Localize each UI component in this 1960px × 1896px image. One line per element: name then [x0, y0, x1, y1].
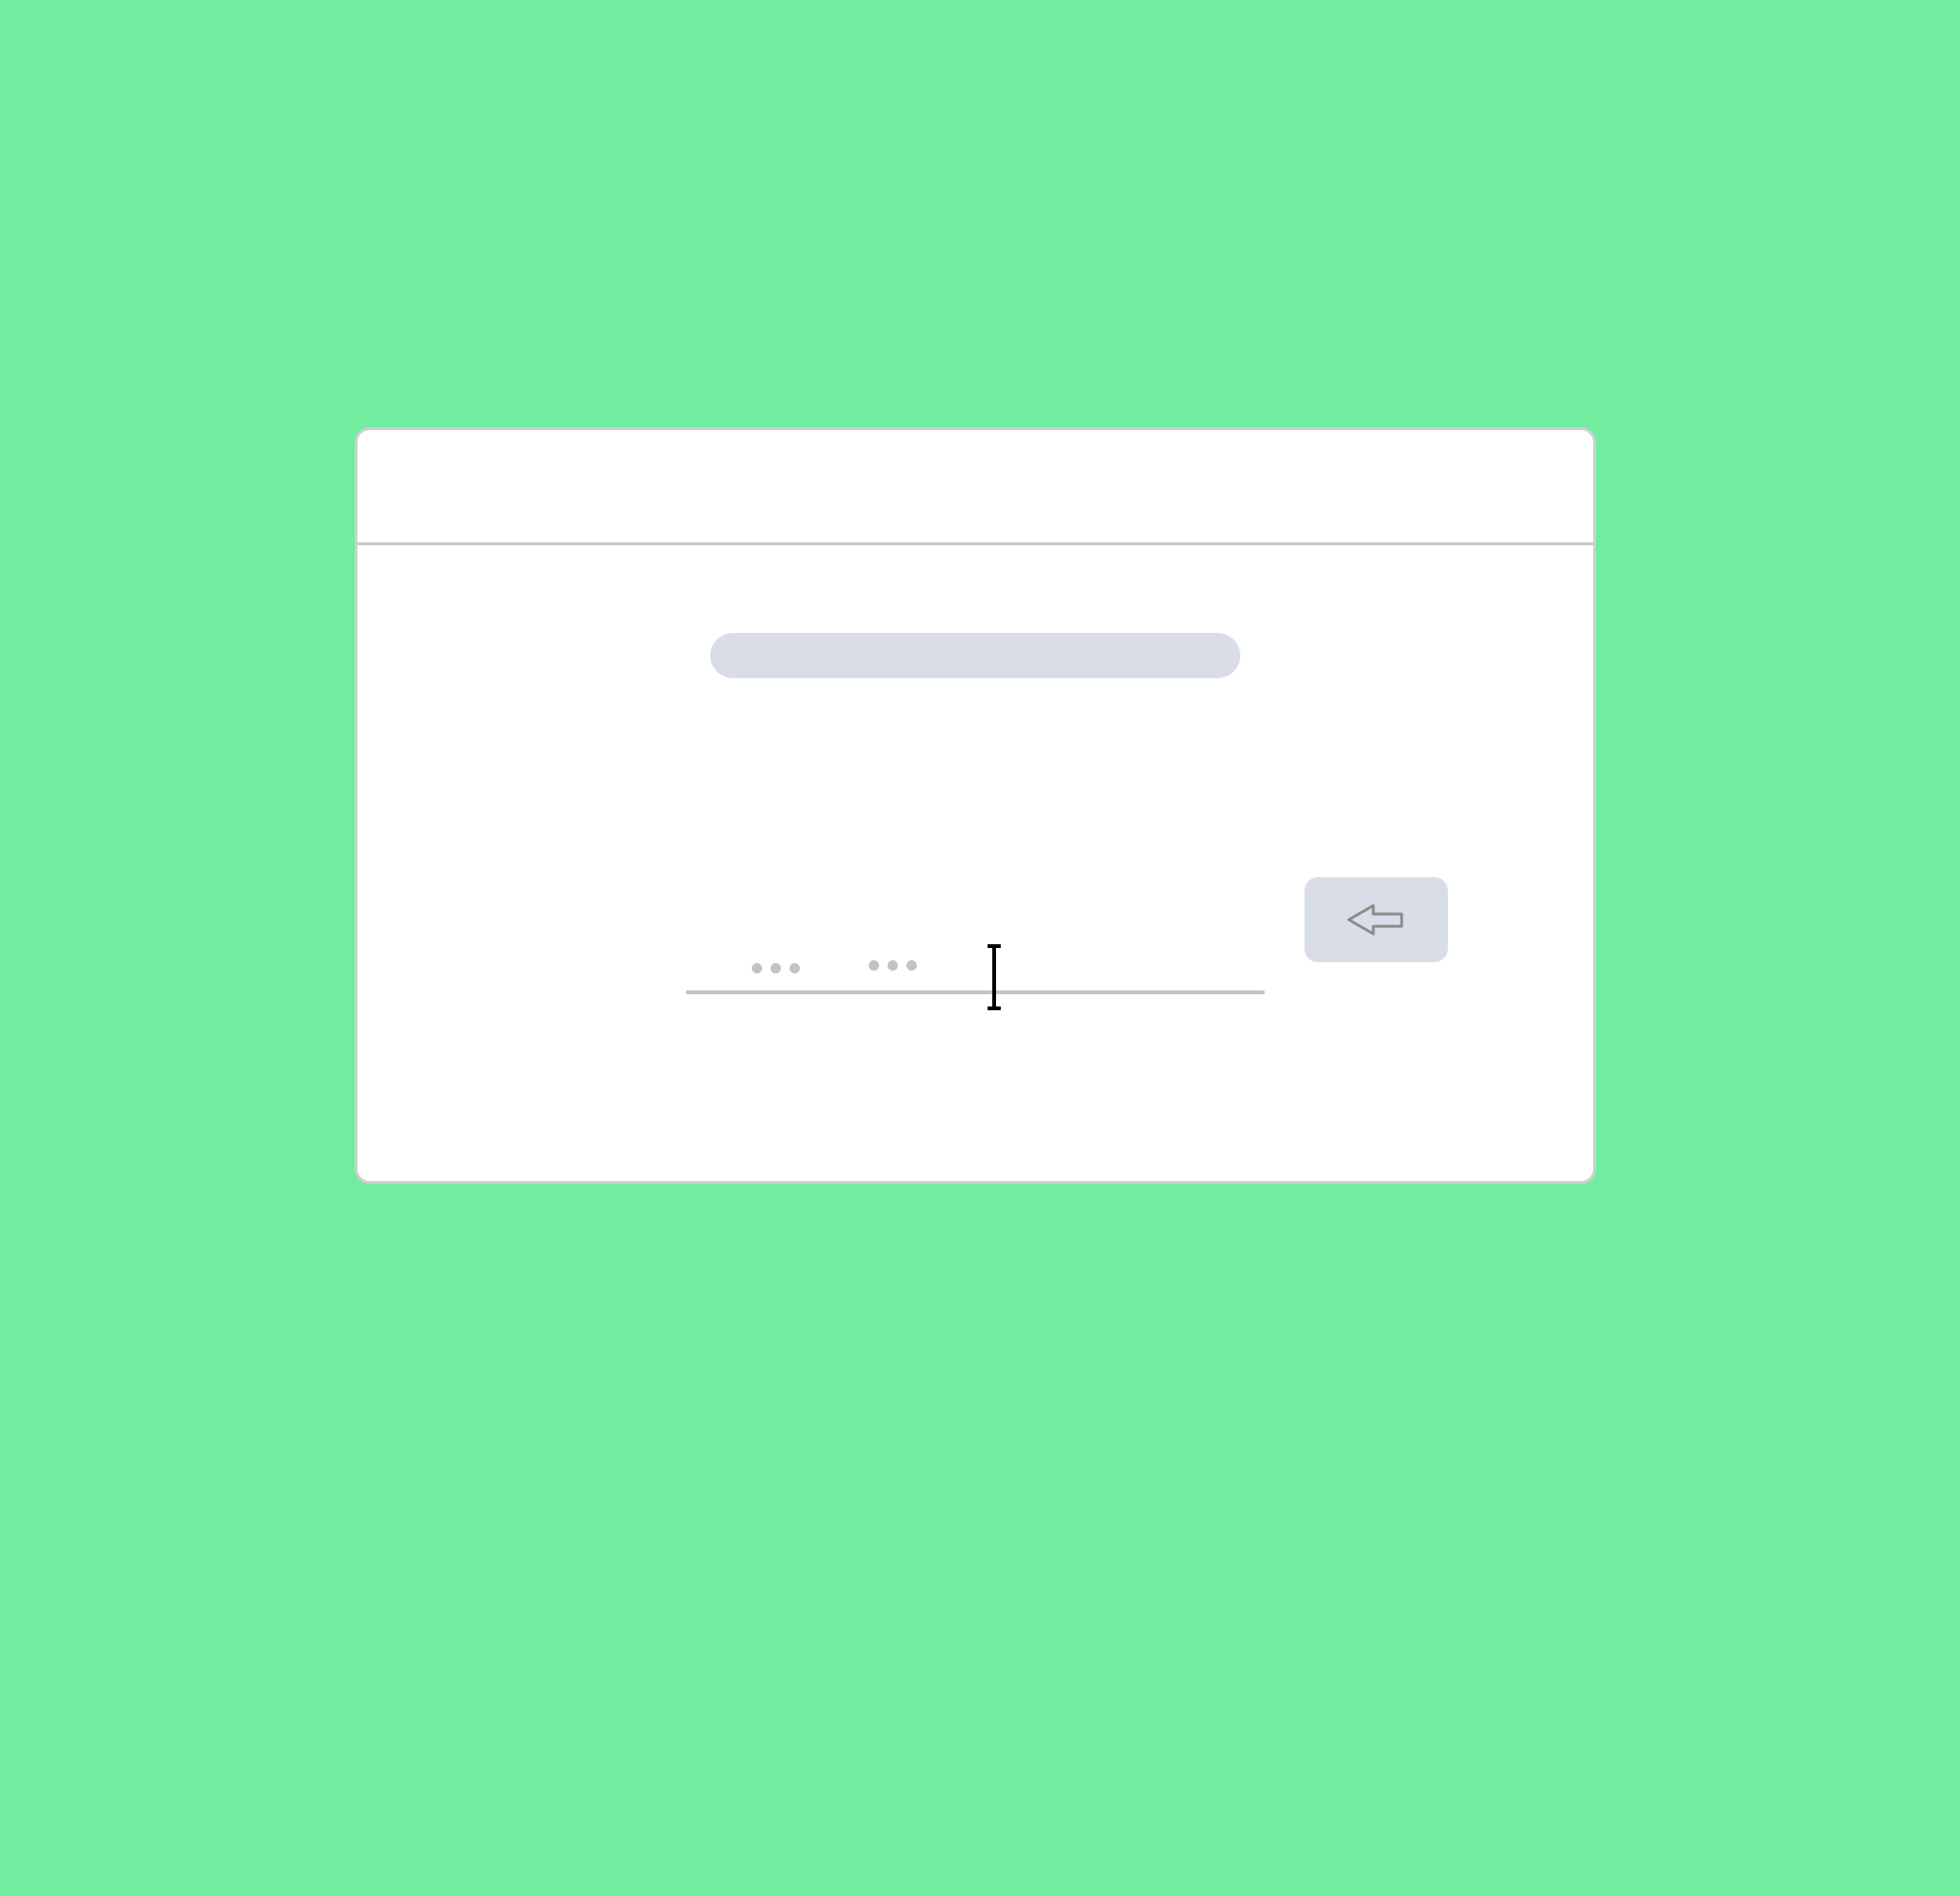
text-cursor-icon: [988, 944, 1001, 1010]
password-mask-dots: [869, 960, 917, 973]
mask-dot: [789, 963, 800, 973]
arrow-left-icon: [1347, 904, 1404, 936]
mask-dot: [869, 960, 879, 971]
password-dialog: [355, 427, 1596, 1184]
password-underline: [686, 990, 1265, 994]
password-input[interactable]: [686, 902, 1265, 1010]
mask-dot: [752, 963, 762, 973]
title-placeholder: [710, 633, 1240, 678]
mask-dot: [888, 960, 898, 971]
mask-dot: [771, 963, 781, 973]
submit-button[interactable]: [1304, 877, 1448, 962]
dialog-header: [357, 430, 1593, 545]
mask-dot: [906, 960, 917, 971]
password-mask-dots: [752, 963, 800, 976]
